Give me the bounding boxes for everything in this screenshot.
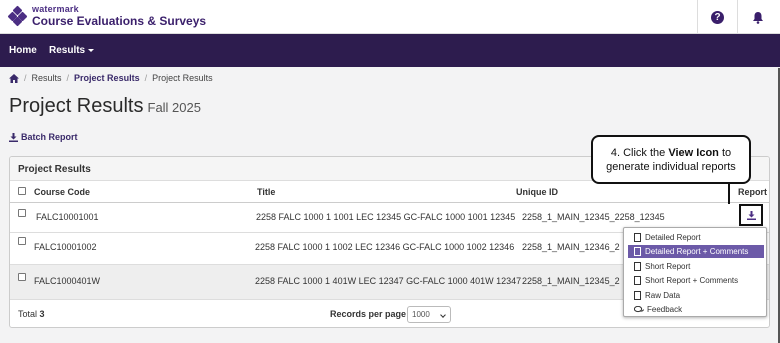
total-label: Total — [18, 309, 38, 319]
callout-pointer — [728, 182, 730, 204]
menu-item-feedback[interactable]: Feedback — [628, 303, 764, 316]
instruction-callout: 4. Click the View Icon to generate indiv… — [591, 135, 751, 184]
page-title-text: Project Results — [9, 95, 144, 117]
records-per-page-select[interactable]: 1000 — [407, 306, 451, 323]
caret-down-icon — [88, 48, 95, 52]
brand-name: watermark — [32, 4, 79, 14]
menu-item-label: Detailed Report — [645, 233, 701, 242]
records-per-page-label: Records per page — [330, 309, 407, 319]
breadcrumb-separator: / — [24, 73, 27, 83]
column-report: Report — [738, 187, 767, 197]
select-all-checkbox[interactable] — [18, 187, 26, 195]
breadcrumb-separator: / — [66, 73, 70, 83]
column-course-code[interactable]: Course Code — [34, 187, 90, 197]
column-unique-id[interactable]: Unique ID — [516, 187, 558, 197]
nav-results[interactable]: Results — [49, 45, 95, 56]
term-subtitle: Fall 2025 — [147, 100, 201, 115]
menu-item-label: Raw Data — [645, 291, 681, 300]
view-report-button[interactable] — [739, 204, 763, 226]
column-title[interactable]: Title — [257, 187, 275, 197]
row-checkbox[interactable] — [18, 209, 26, 217]
menu-item-short-report[interactable]: Short Report — [628, 260, 764, 273]
menu-item-detailed-report[interactable]: Detailed Report — [628, 231, 764, 244]
page-title: Project Results Fall 2025 — [9, 95, 201, 118]
breadcrumb-separator: / — [144, 73, 148, 83]
breadcrumb: / Results / Project Results / Project Re… — [9, 73, 213, 83]
menu-item-short-report-comments[interactable]: Short Report + Comments — [628, 274, 764, 287]
chevron-down-icon — [440, 312, 446, 318]
course-title: 2258 FALC 1000 1 401W LEC 12347 GC-FALC … — [255, 276, 522, 286]
home-icon[interactable] — [9, 73, 19, 83]
callout-suffix: to — [721, 147, 732, 159]
menu-item-detailed-report-comments[interactable]: Detailed Report + Comments — [628, 245, 764, 258]
course-title: 2258 FALC 1000 1 1001 LEC 12345 GC-FALC … — [256, 212, 516, 222]
breadcrumb-project-results-link[interactable]: Project Results — [74, 73, 140, 83]
menu-item-label: Detailed Report + Comments — [645, 247, 749, 256]
row-checkbox[interactable] — [18, 237, 26, 245]
unique-id: 2258_1_MAIN_12345_2258_12345 — [522, 212, 665, 222]
row-checkbox[interactable] — [18, 273, 26, 281]
records-per-page-value: 1000 — [412, 310, 430, 319]
top-bar: watermark Course Evaluations & Surveys ? — [0, 0, 780, 34]
notifications-button[interactable] — [737, 0, 777, 34]
unique-id: 2258_1_MAIN_12345_2 — [522, 276, 620, 286]
download-icon — [746, 210, 756, 220]
pdf-icon — [634, 233, 641, 242]
bell-icon — [752, 11, 763, 24]
total-value: 3 — [39, 309, 45, 319]
report-dropdown-menu: Detailed Report Detailed Report + Commen… — [623, 227, 767, 317]
help-button[interactable]: ? — [697, 0, 737, 34]
watermark-logo-icon — [7, 5, 28, 27]
course-code: FALC10001002 — [34, 242, 97, 252]
main-nav: Home Results — [0, 34, 780, 67]
help-icon: ? — [711, 10, 724, 24]
menu-item-label: Short Report — [645, 262, 691, 271]
download-icon — [9, 132, 18, 142]
unique-id: 2258_1_MAIN_12346_2 — [522, 242, 620, 252]
table-icon — [634, 291, 641, 300]
breadcrumb-current: Project Results — [152, 73, 213, 83]
callout-bold: View Icon — [668, 147, 719, 159]
batch-report-label: Batch Report — [21, 132, 78, 142]
table-header: Course Code Title Unique ID Report — [10, 181, 769, 203]
pdf-icon — [634, 247, 641, 256]
pdf-icon — [634, 276, 641, 285]
course-code: FALC1000401W — [34, 276, 101, 286]
course-title: 2258 FALC 1000 1 1002 LEC 12346 GC-FALC … — [255, 242, 515, 252]
course-code: FALC10001001 — [36, 212, 99, 222]
callout-prefix: 4. Click the — [610, 147, 666, 159]
app-logo[interactable]: watermark Course Evaluations & Surveys — [7, 4, 207, 28]
callout-line2: generate individual reports — [606, 161, 736, 173]
nav-home[interactable]: Home — [9, 45, 37, 56]
menu-item-raw-data[interactable]: Raw Data — [628, 289, 764, 302]
breadcrumb-results[interactable]: Results — [32, 73, 62, 83]
total-count: Total 3 — [18, 309, 45, 319]
nav-results-label: Results — [49, 45, 86, 56]
menu-item-label: Short Report + Comments — [645, 276, 739, 285]
app-title: Course Evaluations & Surveys — [32, 14, 207, 28]
pdf-icon — [634, 262, 641, 271]
batch-report-link[interactable]: Batch Report — [9, 132, 78, 142]
menu-item-label: Feedback — [647, 305, 683, 314]
comments-icon — [634, 305, 644, 312]
